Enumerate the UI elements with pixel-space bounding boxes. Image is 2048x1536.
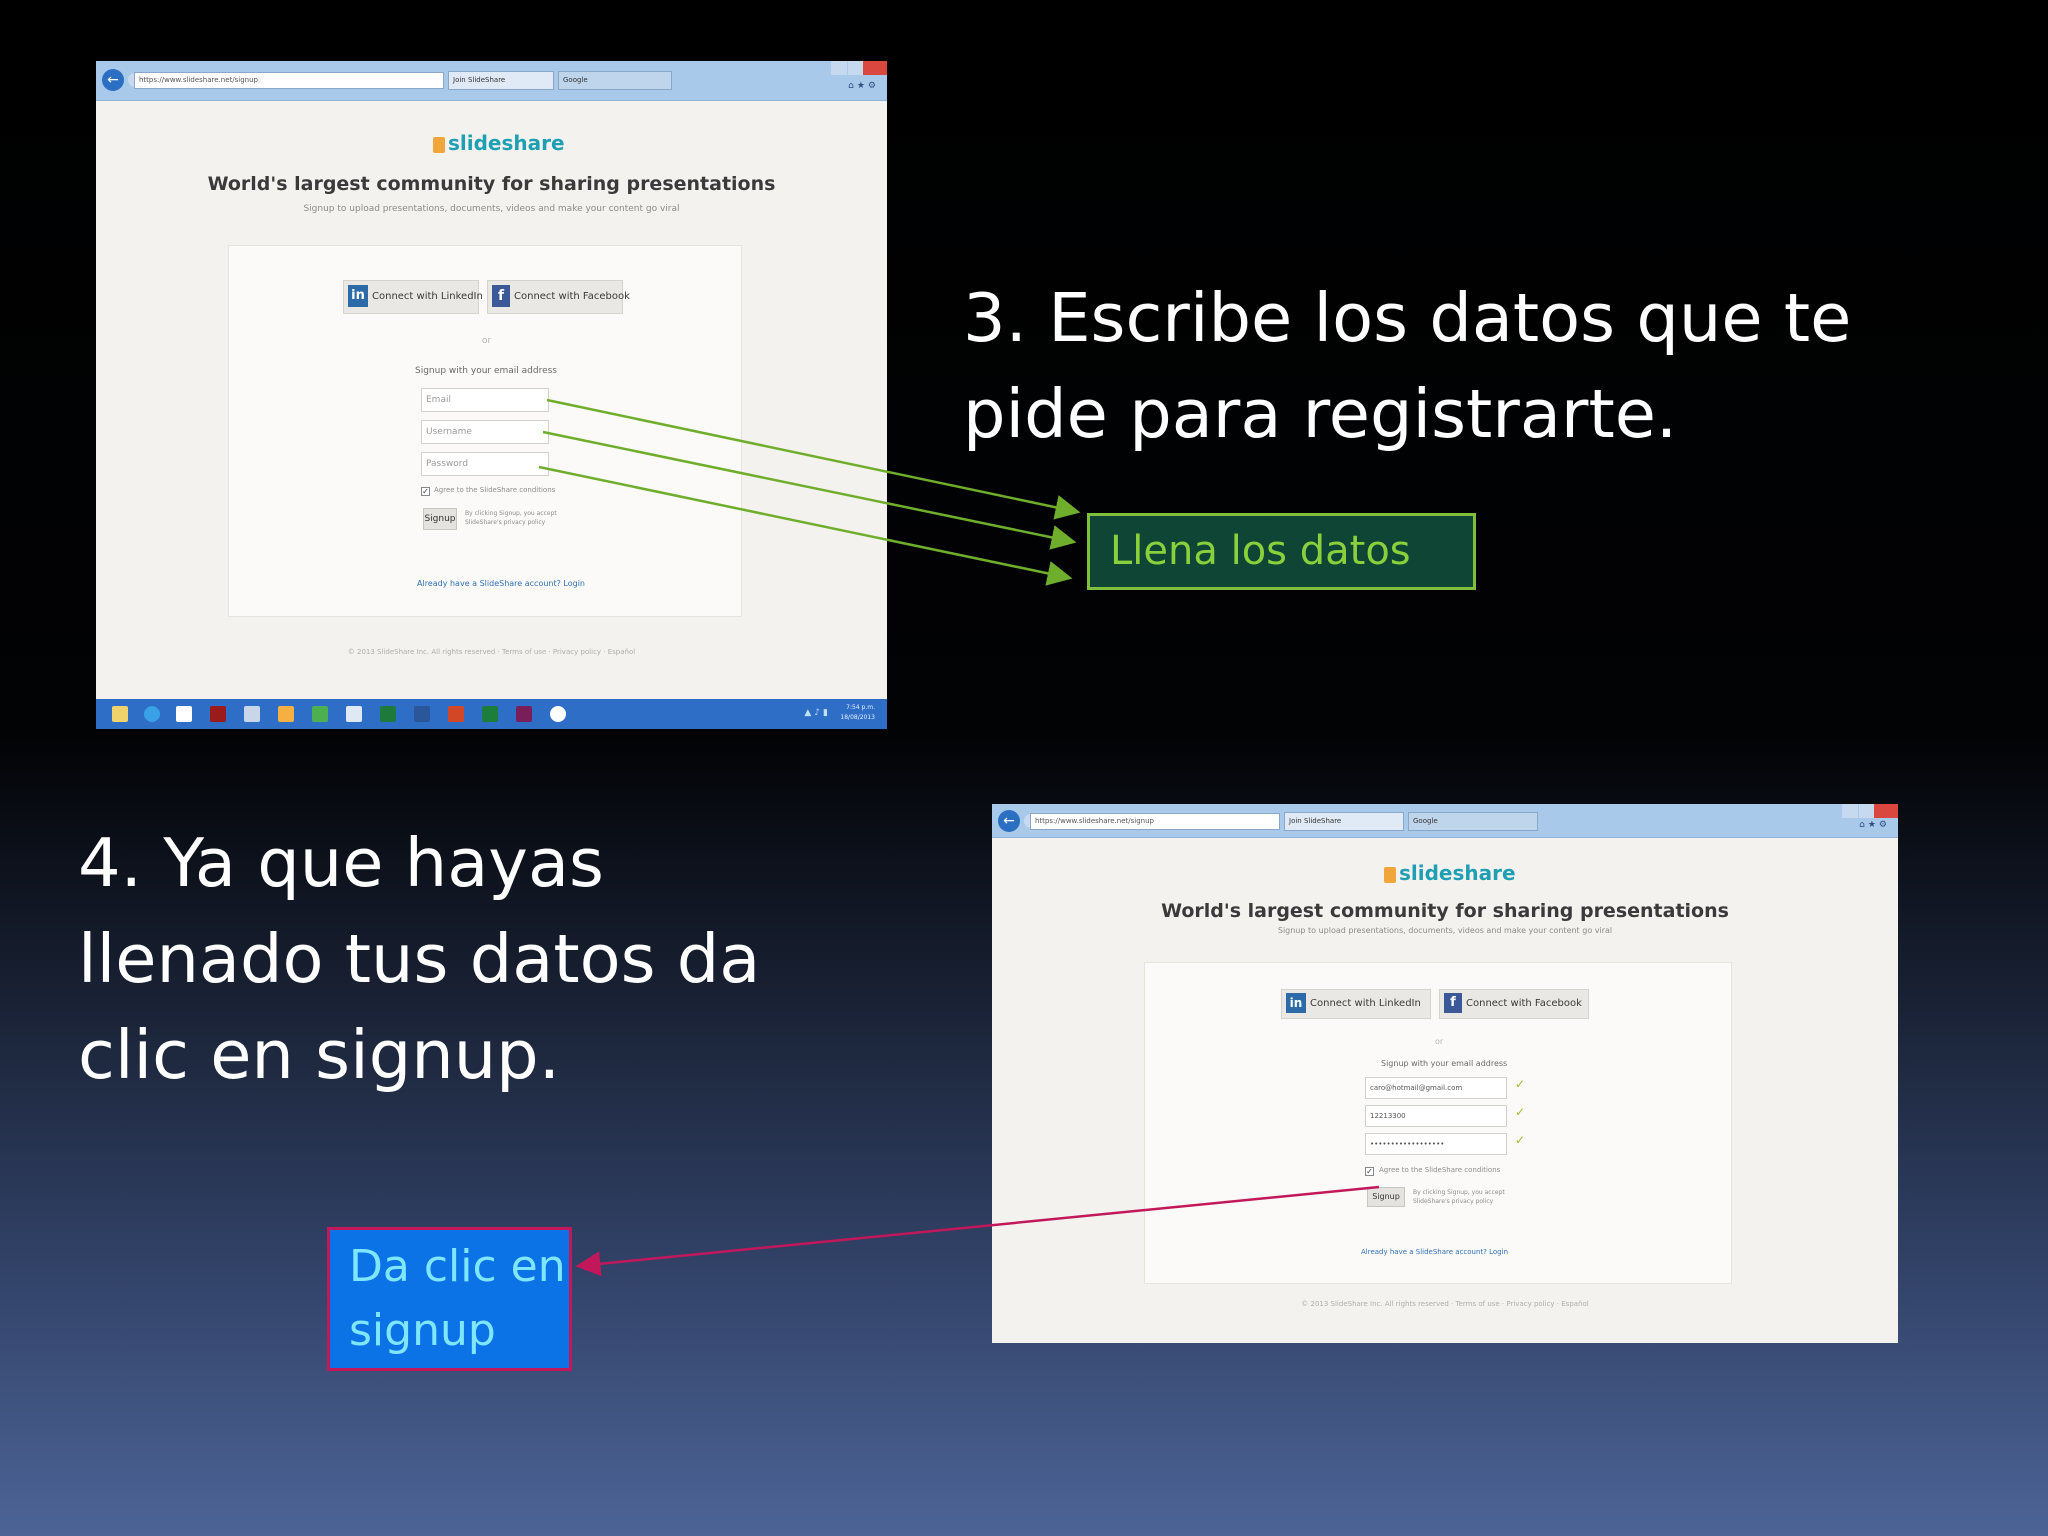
callout-fill-data: Llena los datos xyxy=(1087,513,1476,590)
arrow-signup-to-callout xyxy=(575,1185,1380,1277)
step-4-instruction: 4. Ya que hayas llenado tus datos da cli… xyxy=(78,824,761,1094)
callout-click-signup: Da clic en signup xyxy=(327,1227,572,1371)
step-3-instruction: 3. Escribe los datos que te pide para re… xyxy=(963,279,1852,453)
annotation-arrows xyxy=(538,398,1380,1277)
arrow-password-to-callout xyxy=(538,465,1073,586)
